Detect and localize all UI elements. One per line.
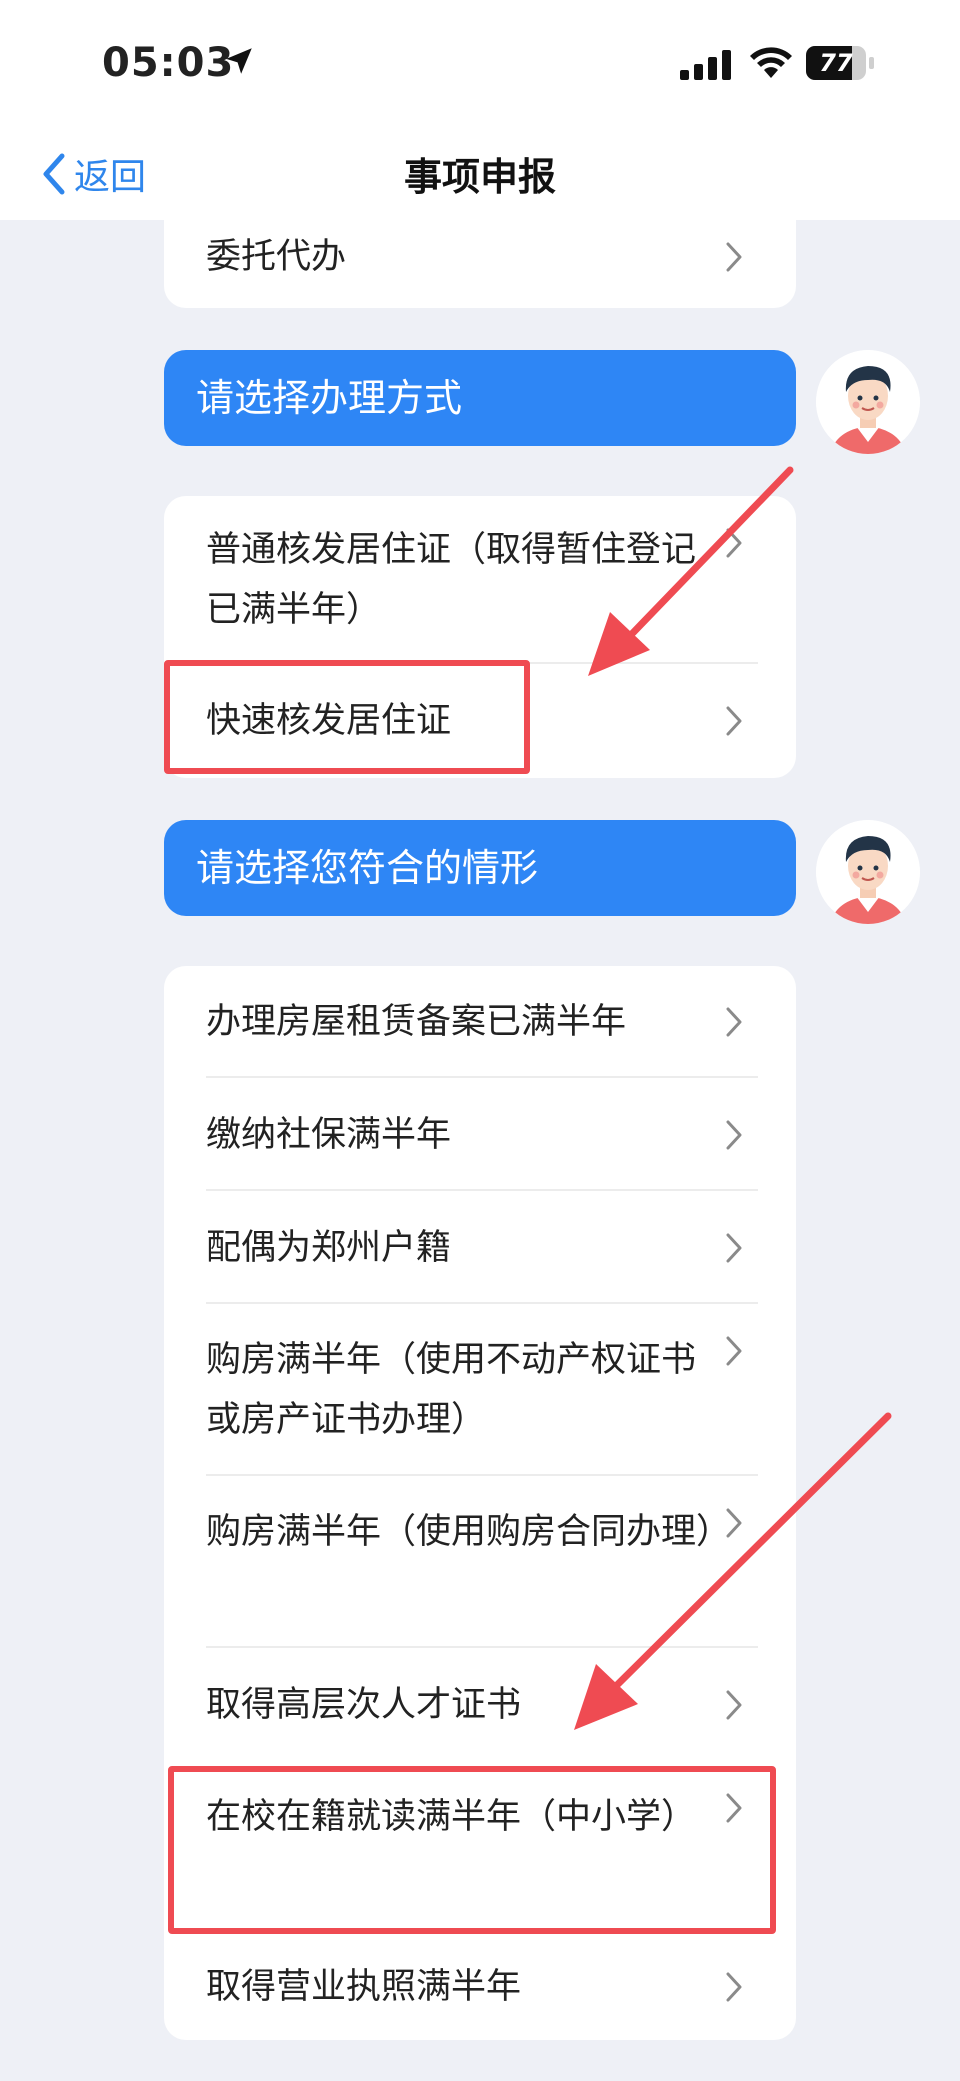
chevron-right-icon bbox=[726, 1972, 742, 2001]
chevron-right-icon bbox=[726, 1336, 742, 1366]
chevron-right-icon bbox=[726, 1690, 742, 1719]
chevron-right-icon bbox=[726, 528, 742, 558]
list-item-delegate[interactable]: 委托代办 bbox=[164, 206, 796, 308]
assistant-avatar bbox=[816, 820, 920, 924]
chevron-right-icon bbox=[726, 1508, 742, 1538]
highlight-box-fast-permit bbox=[164, 660, 530, 774]
list-item-method-regular[interactable]: 普通核发居住证（取得暂住登记已满半年） bbox=[164, 496, 796, 664]
list-item-label: 购房满半年（使用购房合同办理） bbox=[206, 1512, 732, 1552]
prompt-bubble-situation: 请选择您符合的情形 bbox=[164, 820, 796, 916]
list-item-label: 委托代办 bbox=[206, 237, 347, 277]
battery-level: 77 bbox=[819, 49, 853, 77]
list-item-label: 普通核发居住证（取得暂住登记已满半年） bbox=[206, 530, 697, 630]
chevron-right-icon bbox=[726, 242, 742, 272]
wifi-icon bbox=[750, 47, 792, 78]
list-item-label: 配偶为郑州户籍 bbox=[206, 1227, 452, 1268]
status-bar: 05:03 77 bbox=[0, 0, 960, 130]
page-title: 事项申报 bbox=[403, 155, 556, 199]
list-item-label: 购房满半年（使用不动产权证书或房产证书办理） bbox=[206, 1340, 697, 1440]
assistant-avatar bbox=[816, 350, 920, 454]
delegate-card: 委托代办 bbox=[164, 206, 796, 308]
chevron-right-icon bbox=[726, 1120, 742, 1149]
list-item-situation[interactable]: 配偶为郑州户籍 bbox=[164, 1191, 796, 1304]
highlight-box-school-enrollment bbox=[168, 1766, 776, 1934]
prompt-bubble-method: 请选择办理方式 bbox=[164, 350, 796, 446]
list-item-situation[interactable]: 取得营业执照满半年 bbox=[164, 1933, 796, 2040]
list-item-label: 缴纳社保满半年 bbox=[206, 1114, 452, 1155]
chevron-right-icon bbox=[726, 1233, 742, 1262]
list-item-situation[interactable]: 缴纳社保满半年 bbox=[164, 1078, 796, 1191]
signal-icon bbox=[680, 50, 731, 80]
list-item-label: 取得营业执照满半年 bbox=[206, 1966, 522, 2007]
chevron-right-icon bbox=[726, 706, 742, 736]
chevron-right-icon bbox=[726, 1007, 742, 1037]
list-item-situation[interactable]: 购房满半年（使用不动产权证书或房产证书办理） bbox=[164, 1304, 796, 1476]
battery-icon: 77 bbox=[806, 46, 876, 80]
location-arrow-icon bbox=[226, 48, 252, 74]
list-item-label: 取得高层次人才证书 bbox=[206, 1684, 522, 1725]
status-time: 05:03 bbox=[102, 40, 235, 86]
list-item-situation[interactable]: 办理房屋租赁备案已满半年 bbox=[164, 966, 796, 1078]
list-item-label: 办理房屋租赁备案已满半年 bbox=[206, 1002, 627, 1042]
list-item-situation[interactable]: 取得高层次人才证书 bbox=[164, 1648, 796, 1761]
list-item-situation[interactable]: 购房满半年（使用购房合同办理） bbox=[164, 1476, 796, 1648]
